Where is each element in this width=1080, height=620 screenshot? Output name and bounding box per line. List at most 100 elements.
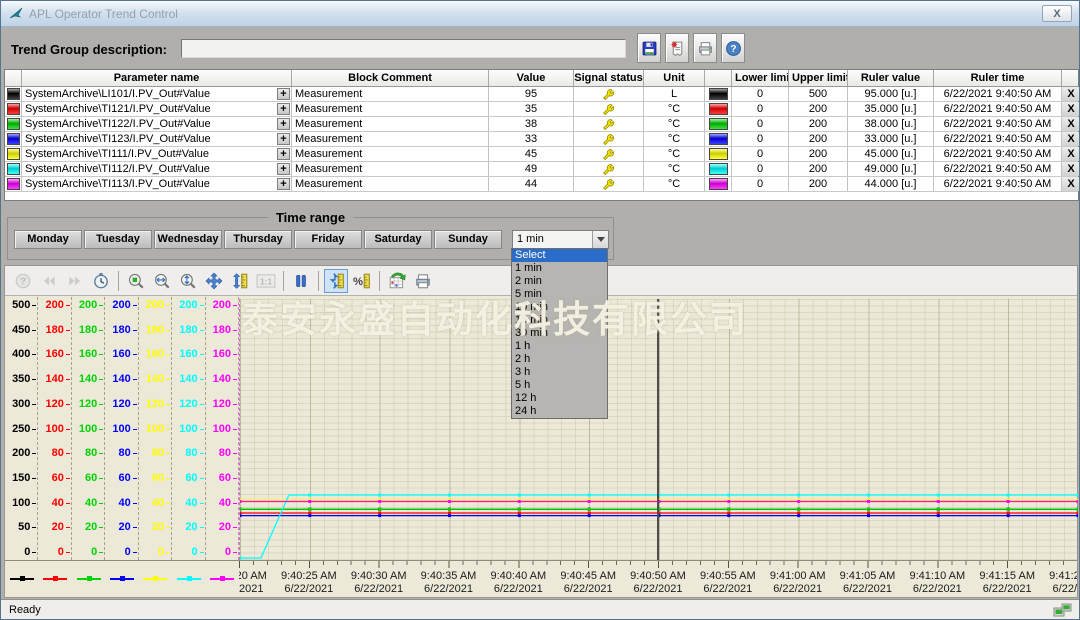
- dropdown-item[interactable]: 12 h: [512, 392, 607, 405]
- help-button[interactable]: ?: [721, 33, 745, 63]
- column-header: Parameter name: [22, 70, 292, 86]
- expand-button[interactable]: +: [277, 148, 290, 160]
- block-comment-cell: Measurement: [292, 132, 489, 146]
- ruler-icon[interactable]: [324, 269, 348, 293]
- y-tick-label: 20: [219, 522, 231, 533]
- block-comment-cell: Measurement: [292, 87, 489, 101]
- time-range-icon[interactable]: [89, 269, 113, 293]
- status-bar: Ready: [1, 599, 1079, 620]
- dropdown-item[interactable]: 1 h: [512, 340, 607, 353]
- trend-marker: [1007, 500, 1010, 503]
- dropdown-item[interactable]: 15 min: [512, 314, 607, 327]
- column-header: [1062, 70, 1080, 86]
- print-button[interactable]: [693, 33, 717, 63]
- trend-marker: [240, 500, 242, 503]
- day-button-sunday[interactable]: Sunday: [434, 230, 502, 249]
- dropdown-item[interactable]: 5 min: [512, 288, 607, 301]
- dropdown-item[interactable]: 1 min: [512, 262, 607, 275]
- dropdown-item[interactable]: Select: [512, 249, 607, 262]
- trend-marker: [518, 512, 521, 515]
- table-row[interactable]: SystemArchive\LI101/I.PV_Out#Value+Measu…: [5, 87, 1078, 102]
- report-button[interactable]: [665, 33, 689, 63]
- y-tick-label: 80: [185, 448, 197, 459]
- remove-button[interactable]: X: [1062, 147, 1080, 161]
- trend-marker: [727, 500, 730, 503]
- zoom-vertical-icon[interactable]: [176, 269, 200, 293]
- trend-marker: [448, 494, 451, 497]
- dropdown-item[interactable]: 2 h: [512, 353, 607, 366]
- percent-scale-icon[interactable]: %: [350, 269, 374, 293]
- y-axis-4: 020406080100120140160180200: [105, 297, 138, 560]
- dropdown-item[interactable]: 24 h: [512, 405, 607, 418]
- step-forward-icon[interactable]: [63, 269, 87, 293]
- table-row[interactable]: SystemArchive\TI121/I.PV_Out#Value+Measu…: [5, 102, 1078, 117]
- remove-button[interactable]: X: [1062, 132, 1080, 146]
- step-back-icon[interactable]: [37, 269, 61, 293]
- y-tick-label: 100: [146, 424, 164, 435]
- day-button-thursday[interactable]: Thursday: [224, 230, 292, 249]
- dropdown-item[interactable]: 10 min: [512, 301, 607, 314]
- lower-limit-cell: 0: [732, 102, 789, 116]
- ruler-line[interactable]: [657, 299, 659, 560]
- lower-limit-cell: 0: [732, 177, 789, 191]
- table-row[interactable]: SystemArchive\TI112/I.PV_Out#Value+Measu…: [5, 162, 1078, 177]
- y-tick-label: 0: [91, 547, 97, 558]
- remove-button[interactable]: X: [1062, 87, 1080, 101]
- trend-marker: [308, 508, 311, 511]
- expand-button[interactable]: +: [277, 103, 290, 115]
- signal-status-cell: [574, 162, 644, 176]
- remove-button[interactable]: X: [1062, 102, 1080, 116]
- wrench-icon: [601, 102, 616, 116]
- y-tick-label: 80: [219, 448, 231, 459]
- pan-icon[interactable]: [202, 269, 226, 293]
- day-button-wednesday[interactable]: Wednesday: [154, 230, 222, 249]
- day-button-tuesday[interactable]: Tuesday: [84, 230, 152, 249]
- day-button-saturday[interactable]: Saturday: [364, 230, 432, 249]
- table-row[interactable]: SystemArchive\TI113/I.PV_Out#Value+Measu…: [5, 177, 1078, 192]
- ruler-time-cell: 6/22/2021 9:40:50 AM: [934, 87, 1062, 101]
- expand-button[interactable]: +: [277, 133, 290, 145]
- y-tick-label: 60: [152, 473, 164, 484]
- table-row[interactable]: SystemArchive\TI123/I.PV_Out#Value+Measu…: [5, 132, 1078, 147]
- interval-combobox[interactable]: 1 min: [512, 230, 609, 249]
- day-button-friday[interactable]: Friday: [294, 230, 362, 249]
- connection-icon[interactable]: [1051, 602, 1073, 619]
- dropdown-item[interactable]: 2 min: [512, 275, 607, 288]
- chevron-down-icon[interactable]: [592, 231, 608, 248]
- save-button[interactable]: [637, 33, 661, 63]
- help-icon[interactable]: ?: [11, 269, 35, 293]
- trend-color-cell-2: [705, 102, 732, 116]
- print-trend-icon[interactable]: [411, 269, 435, 293]
- scale-vertical-icon[interactable]: [228, 269, 252, 293]
- unit-cell: °C: [644, 147, 705, 161]
- dropdown-item[interactable]: 5 h: [512, 379, 607, 392]
- day-button-monday[interactable]: Monday: [14, 230, 82, 249]
- y-tick-label: 60: [118, 473, 130, 484]
- top-toolbar: ?: [637, 33, 745, 63]
- remove-cell: X: [1062, 162, 1080, 176]
- table-row[interactable]: SystemArchive\TI122/I.PV_Out#Value+Measu…: [5, 117, 1078, 132]
- trend-marker: [867, 508, 870, 511]
- y-tick-label: 200: [45, 300, 63, 311]
- y-tick-label: 140: [45, 374, 63, 385]
- one-to-one-icon[interactable]: 1:1: [254, 269, 278, 293]
- remove-button[interactable]: X: [1062, 117, 1080, 131]
- y-tick-label: 180: [79, 325, 97, 336]
- pause-icon[interactable]: [289, 269, 313, 293]
- trend-line: [240, 495, 1078, 558]
- upper-limit-cell: 500: [789, 87, 848, 101]
- zoom-horizontal-icon[interactable]: [150, 269, 174, 293]
- expand-button[interactable]: +: [277, 118, 290, 130]
- expand-button[interactable]: +: [277, 178, 290, 190]
- trend-group-description-input[interactable]: [181, 39, 626, 58]
- remove-button[interactable]: X: [1062, 162, 1080, 176]
- dropdown-item[interactable]: 3 h: [512, 366, 607, 379]
- export-trend-icon[interactable]: [385, 269, 409, 293]
- expand-button[interactable]: +: [277, 88, 290, 100]
- dropdown-item[interactable]: 30 min: [512, 327, 607, 340]
- table-row[interactable]: SystemArchive\TI111/I.PV_Out#Value+Measu…: [5, 147, 1078, 162]
- remove-button[interactable]: X: [1062, 177, 1080, 191]
- expand-button[interactable]: +: [277, 163, 290, 175]
- zoom-area-icon[interactable]: [124, 269, 148, 293]
- close-button[interactable]: X: [1042, 5, 1072, 22]
